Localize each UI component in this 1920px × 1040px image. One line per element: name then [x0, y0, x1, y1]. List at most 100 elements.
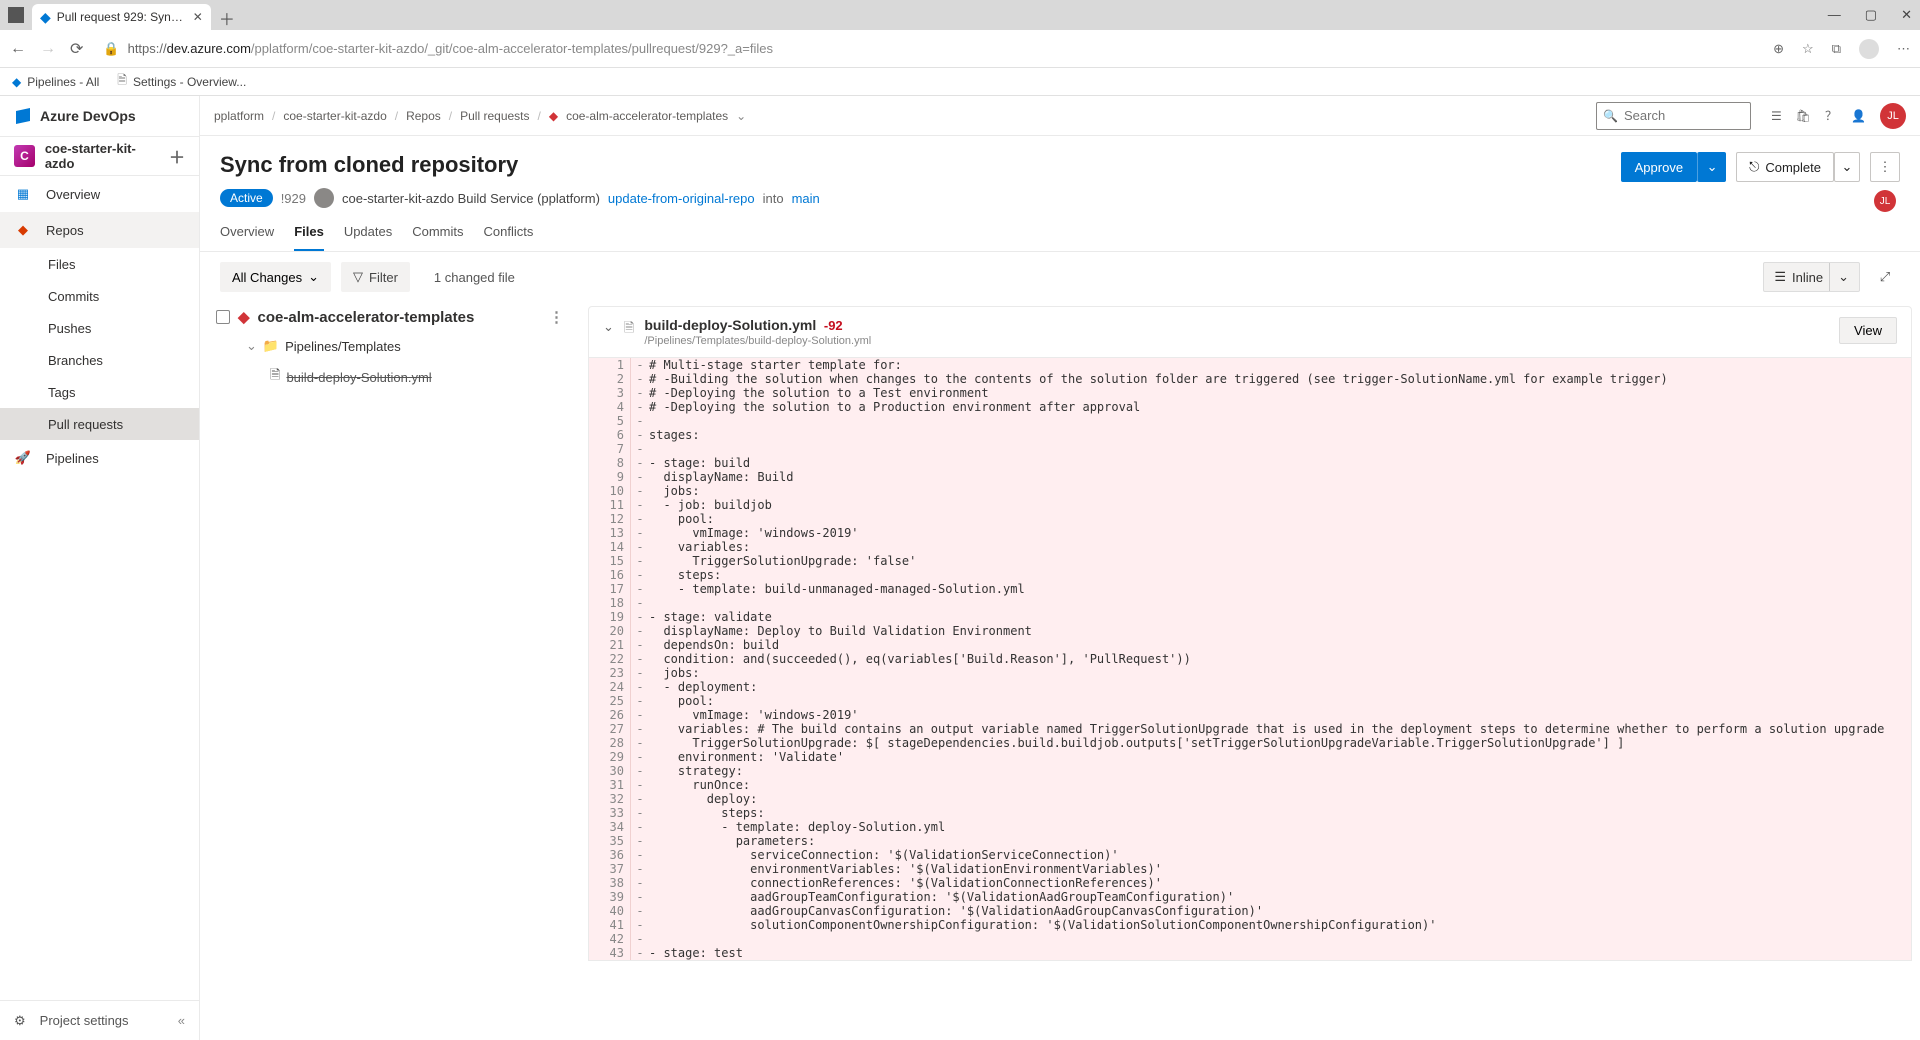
diff-count: -92: [824, 318, 843, 333]
marketplace-icon[interactable]: 🛍: [1796, 109, 1811, 123]
root-checkbox[interactable]: [216, 310, 230, 324]
crumb-repo[interactable]: coe-alm-accelerator-templates: [566, 109, 728, 123]
code-line: 5-: [589, 414, 1911, 428]
bookmarks-bar: ◆ Pipelines - All 🗎 Settings - Overview.…: [0, 68, 1920, 96]
tab-updates[interactable]: Updates: [344, 224, 392, 251]
minimize-button[interactable]: —: [1828, 7, 1841, 23]
nav-pipelines[interactable]: 🚀Pipelines: [0, 440, 199, 476]
crumb-repos[interactable]: Repos: [406, 109, 441, 123]
diff-pane: ⌄ 🗎 build-deploy-Solution.yml -92 /Pipel…: [580, 302, 1920, 1040]
nav-tags[interactable]: Tags: [0, 376, 199, 408]
code-line: 34- - template: deploy-Solution.yml: [589, 820, 1911, 834]
project-settings-link[interactable]: ⚙ Project settings «: [0, 1000, 199, 1040]
nav-files[interactable]: Files: [0, 248, 199, 280]
complete-button-group: ⎋Complete ⌄: [1736, 152, 1860, 182]
tab-files[interactable]: Files: [294, 224, 324, 251]
repos-icon: ◆: [14, 222, 32, 238]
brand-link[interactable]: Azure DevOps: [0, 96, 199, 136]
nav-list: ▦Overview ◆Repos Files Commits Pushes Br…: [0, 176, 199, 476]
tree-root[interactable]: ◆ coe-alm-accelerator-templates ⋮: [212, 302, 568, 332]
file-icon: 🗎: [270, 366, 280, 388]
complete-dropdown[interactable]: ⌄: [1834, 152, 1860, 182]
pipelines-icon: ◆: [12, 75, 21, 89]
maximize-button[interactable]: ▢: [1865, 7, 1877, 23]
list-icon[interactable]: ☰: [1771, 109, 1782, 123]
azure-devops-logo: [14, 107, 32, 125]
project-selector[interactable]: C coe-starter-kit-azdo ＋: [0, 136, 199, 176]
filter-icon: ▽: [353, 269, 363, 285]
nav-pushes[interactable]: Pushes: [0, 312, 199, 344]
repo-name: coe-alm-accelerator-templates: [258, 309, 475, 326]
file-icon: 🗎: [624, 319, 634, 341]
forward-button[interactable]: →: [40, 40, 56, 58]
nav-branches[interactable]: Branches: [0, 344, 199, 376]
tree-file[interactable]: 🗎 build-deploy-Solution.yml: [212, 360, 568, 394]
tab-overview[interactable]: Overview: [220, 224, 274, 251]
lock-icon: 🔒: [103, 41, 119, 57]
reader-icon[interactable]: ⊕: [1773, 41, 1784, 57]
browser-tab[interactable]: ◆ Pull request 929: Sync from clon... ✕: [32, 4, 211, 30]
window-controls: — ▢ ✕: [1828, 7, 1912, 23]
search-input[interactable]: [1624, 108, 1744, 123]
tree-more-icon[interactable]: ⋮: [549, 308, 564, 326]
folder-icon: 📁: [263, 338, 279, 354]
nav-pull-requests[interactable]: Pull requests: [0, 408, 199, 440]
view-mode-dropdown[interactable]: ☰ Inline ⌄: [1763, 262, 1860, 292]
close-window-button[interactable]: ✕: [1901, 7, 1912, 23]
changed-files-count: 1 changed file: [434, 270, 515, 285]
code-line: 38- connectionReferences: '$(ValidationC…: [589, 876, 1911, 890]
refresh-button[interactable]: ⟳: [70, 39, 83, 59]
all-changes-dropdown[interactable]: All Changes⌄: [220, 262, 331, 292]
profile-icon[interactable]: [1859, 39, 1879, 59]
tab-commits[interactable]: Commits: [412, 224, 463, 251]
crumb-project[interactable]: coe-starter-kit-azdo: [283, 109, 386, 123]
crumb-prs[interactable]: Pull requests: [460, 109, 529, 123]
source-branch-link[interactable]: update-from-original-repo: [608, 191, 755, 206]
collapse-file-icon[interactable]: ⌄: [603, 319, 614, 335]
approve-button[interactable]: Approve: [1621, 152, 1697, 182]
user-avatar[interactable]: JL: [1880, 103, 1906, 129]
nav-repos[interactable]: ◆Repos: [0, 212, 199, 248]
target-branch-link[interactable]: main: [792, 191, 820, 206]
code-line: 10- jobs:: [589, 484, 1911, 498]
filter-button[interactable]: ▽Filter: [341, 262, 410, 292]
pr-header: Sync from cloned repository Active !929 …: [200, 136, 1920, 208]
complete-button[interactable]: ⎋Complete: [1736, 152, 1834, 182]
code-line: 20- displayName: Deploy to Build Validat…: [589, 624, 1911, 638]
browser-menu-icon[interactable]: ⋯: [1897, 41, 1910, 57]
approve-dropdown[interactable]: ⌄: [1697, 152, 1726, 182]
code-line: 32- deploy:: [589, 792, 1911, 806]
nav-commits[interactable]: Commits: [0, 280, 199, 312]
close-tab-icon[interactable]: ✕: [193, 10, 203, 24]
reviewer-avatar[interactable]: JL: [1874, 190, 1896, 212]
more-actions-button[interactable]: ⋮: [1870, 152, 1900, 182]
code-line: 2-# -Building the solution when changes …: [589, 372, 1911, 386]
code-line: 17- - template: build-unmanaged-managed-…: [589, 582, 1911, 596]
tab-conflicts[interactable]: Conflicts: [484, 224, 534, 251]
search-box[interactable]: 🔍: [1596, 102, 1751, 130]
code-line: 14- variables:: [589, 540, 1911, 554]
bookmark-settings[interactable]: 🗎 Settings - Overview...: [117, 71, 246, 92]
content-split: ◆ coe-alm-accelerator-templates ⋮ ⌄ 📁 Pi…: [200, 302, 1920, 1040]
help-icon[interactable]: ？: [1825, 107, 1837, 124]
nav-overview[interactable]: ▦Overview: [0, 176, 199, 212]
collections-icon[interactable]: ⧉: [1832, 41, 1841, 57]
favorite-icon[interactable]: ☆: [1802, 41, 1814, 57]
new-tab-button[interactable]: ＋: [219, 6, 235, 30]
overview-icon: ▦: [14, 186, 32, 202]
chevron-down-icon[interactable]: ⌄: [736, 109, 746, 123]
fullscreen-button[interactable]: ⤢: [1870, 262, 1900, 292]
inline-icon: ☰: [1774, 269, 1786, 285]
collapse-sidebar-icon[interactable]: «: [178, 1013, 185, 1028]
user-settings-icon[interactable]: 👤: [1851, 109, 1866, 123]
back-button[interactable]: ←: [10, 40, 26, 58]
code-line: 39- aadGroupTeamConfiguration: '$(Valida…: [589, 890, 1911, 904]
view-file-button[interactable]: View: [1839, 317, 1897, 344]
project-avatar: C: [14, 145, 35, 167]
bookmark-pipelines[interactable]: ◆ Pipelines - All: [12, 75, 99, 89]
code-line: 23- jobs:: [589, 666, 1911, 680]
crumb-org[interactable]: pplatform: [214, 109, 264, 123]
tree-folder[interactable]: ⌄ 📁 Pipelines/Templates: [212, 332, 568, 360]
url-input[interactable]: 🔒 https://dev.azure.com/pplatform/coe-st…: [97, 41, 1759, 57]
new-item-button[interactable]: ＋: [169, 144, 185, 168]
